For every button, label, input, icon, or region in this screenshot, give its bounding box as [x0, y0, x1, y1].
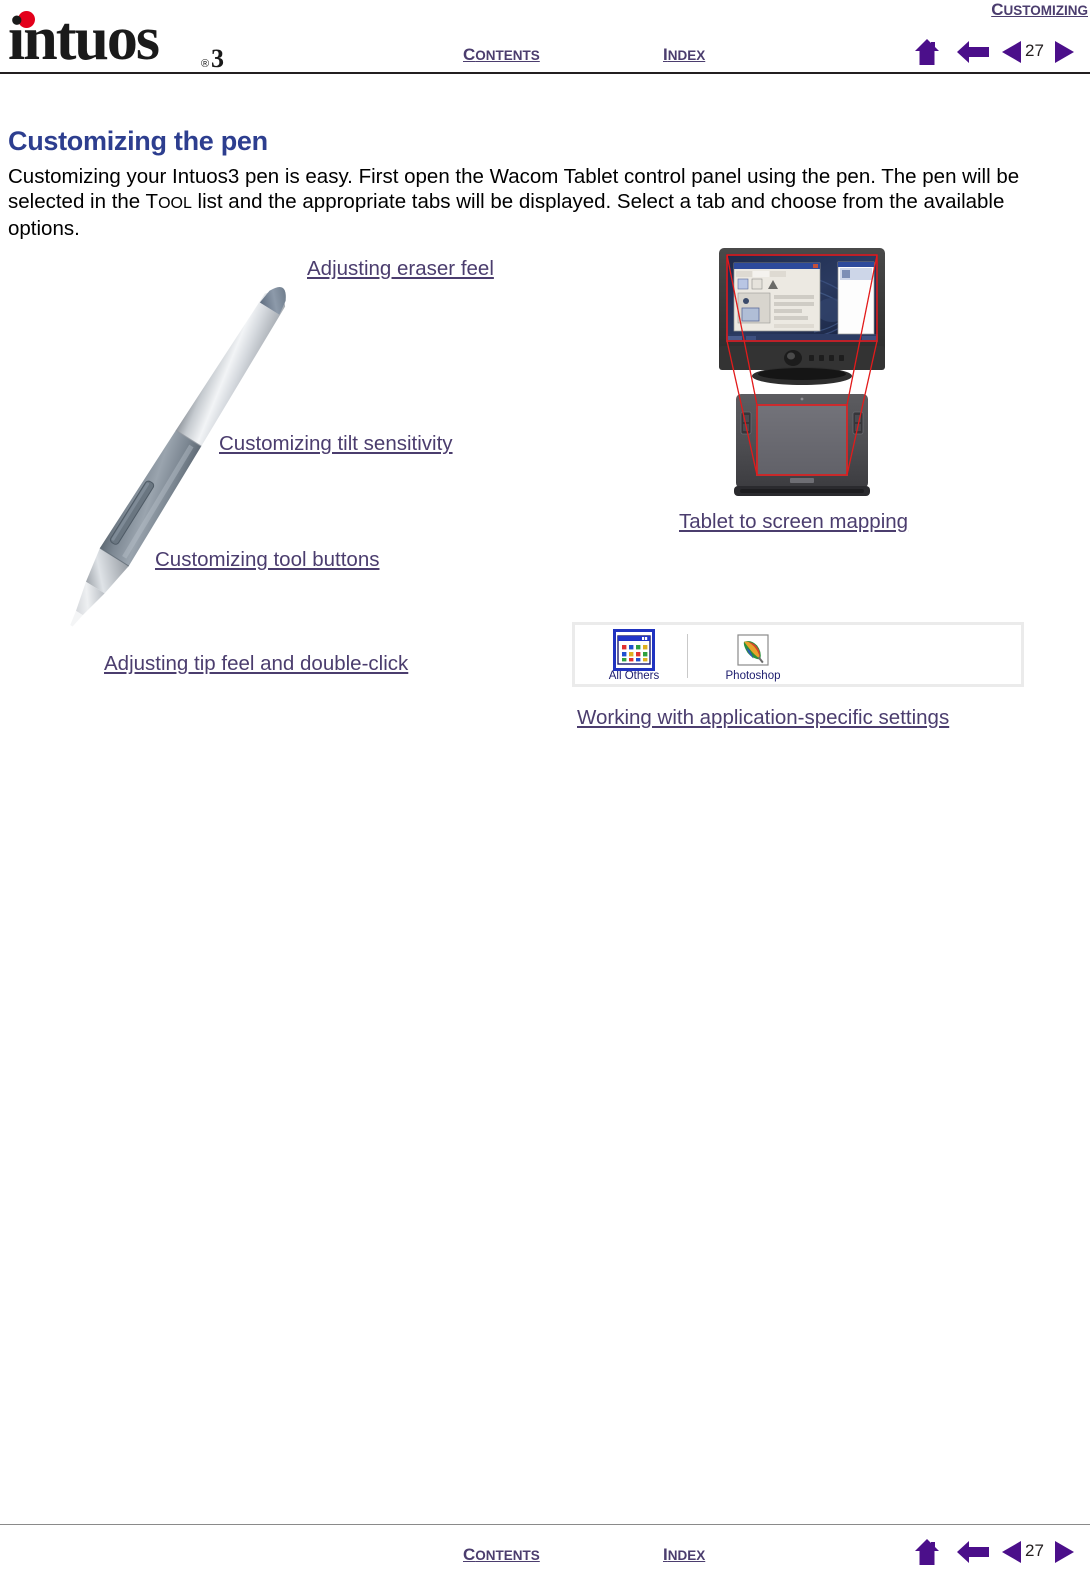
tablet-to-screen-mapping-image — [712, 246, 892, 504]
footer-divider — [0, 1524, 1090, 1525]
logo-wordmark: intuos — [8, 5, 160, 73]
intuos3-pen-image — [30, 238, 310, 698]
contents-initial: C — [463, 45, 476, 64]
logo-registered-mark: ® — [201, 58, 210, 70]
all-others-icon — [613, 629, 655, 671]
link-customizing-tilt-sensitivity[interactable]: Customizing tilt sensitivity — [219, 432, 453, 456]
intuos3-logo: intuos ® 3 — [8, 5, 278, 73]
application-list-panel: All Others Photoshop — [572, 622, 1024, 687]
chapter-title-link[interactable]: CUSTOMIZING — [991, 0, 1088, 20]
index-rest: NDEX — [667, 1548, 706, 1563]
app-item-photoshop[interactable]: Photoshop — [710, 632, 796, 683]
app-item-label: Photoshop — [725, 670, 781, 682]
back-arrow-icon[interactable] — [957, 41, 989, 63]
link-application-specific-settings[interactable]: Working with application-specific settin… — [577, 706, 949, 730]
app-item-all-others[interactable]: All Others — [591, 629, 677, 683]
page-title: Customizing the pen — [8, 126, 268, 157]
link-adjusting-eraser-feel[interactable]: Adjusting eraser feel — [307, 257, 494, 281]
next-page-icon[interactable] — [1055, 1541, 1074, 1563]
home-icon[interactable] — [915, 1539, 939, 1565]
previous-page-icon[interactable] — [1002, 41, 1021, 63]
header-divider — [0, 72, 1090, 74]
selection-highlight — [613, 629, 655, 671]
previous-page-icon[interactable] — [1002, 1541, 1021, 1563]
footer-navigation-group: 27 — [915, 1538, 1090, 1568]
link-customizing-tool-buttons[interactable]: Customizing tool buttons — [155, 548, 379, 572]
tool-term-rest: OOL — [158, 194, 192, 212]
contents-rest: ONTENTS — [475, 48, 540, 63]
contents-rest: ONTENTS — [475, 1548, 540, 1563]
chapter-title-initial: C — [991, 0, 1004, 19]
manual-page: intuos ® 3 CUSTOMIZING CONTENTS INDEX 27… — [0, 0, 1090, 1570]
app-list-divider — [687, 634, 688, 678]
index-rest: NDEX — [667, 48, 706, 63]
header-contents-link[interactable]: CONTENTS — [463, 45, 540, 65]
app-item-label: All Others — [608, 670, 660, 682]
contents-initial: C — [463, 1545, 476, 1564]
footer-page-number: 27 — [1025, 1541, 1044, 1560]
header-navigation-group: 27 — [915, 38, 1090, 68]
back-arrow-icon[interactable] — [957, 1541, 989, 1563]
next-page-icon[interactable] — [1055, 41, 1074, 63]
tool-term-initial: T — [145, 189, 159, 213]
logo-superscript-three: 3 — [211, 44, 224, 73]
link-tablet-to-screen-mapping[interactable]: Tablet to screen mapping — [679, 510, 908, 534]
link-adjusting-tip-feel[interactable]: Adjusting tip feel and double-click — [104, 652, 408, 676]
footer-index-link[interactable]: INDEX — [663, 1545, 705, 1565]
chapter-title-rest: USTOMIZING — [1003, 3, 1088, 18]
footer-contents-link[interactable]: CONTENTS — [463, 1545, 540, 1565]
photoshop-icon — [735, 632, 771, 668]
header-index-link[interactable]: INDEX — [663, 45, 705, 65]
header-page-number: 27 — [1025, 41, 1044, 60]
home-icon[interactable] — [915, 39, 939, 65]
page-header: intuos ® 3 CUSTOMIZING CONTENTS INDEX 27 — [0, 0, 1090, 75]
intro-paragraph: Customizing your Intuos3 pen is easy. Fi… — [8, 164, 1080, 241]
